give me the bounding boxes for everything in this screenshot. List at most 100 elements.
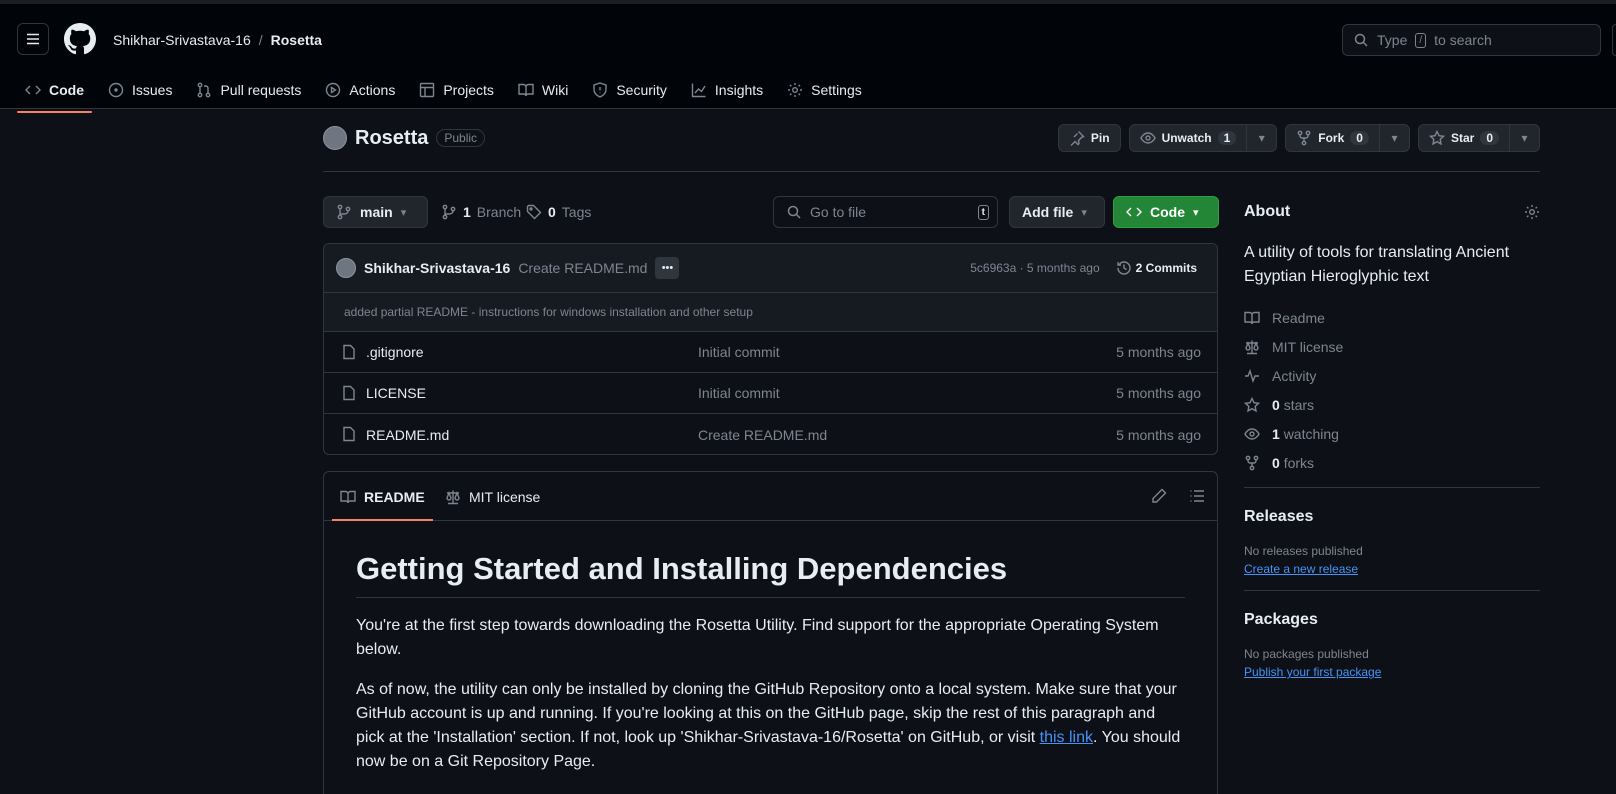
- repo-link[interactable]: Rosetta: [271, 32, 322, 48]
- branches-link[interactable]: 1 Branch: [441, 196, 521, 228]
- tab-label: Code: [49, 82, 84, 98]
- tag-count: 0: [548, 204, 556, 220]
- code-label: Code: [1150, 204, 1185, 220]
- commit-description: added partial README - instructions for …: [324, 293, 1217, 332]
- add-file-button[interactable]: Add file ▾: [1009, 196, 1105, 228]
- search-input[interactable]: Type / to search: [1342, 24, 1601, 56]
- file-row[interactable]: .gitignore Initial commit 5 months ago: [324, 332, 1217, 373]
- releases-title[interactable]: Releases: [1244, 508, 1540, 526]
- code-icon: [25, 85, 41, 95]
- play-icon: [326, 82, 341, 98]
- code-button[interactable]: Code ▾: [1113, 196, 1219, 228]
- star-icon: [1428, 130, 1445, 146]
- watching-link[interactable]: 1 watching: [1244, 419, 1540, 448]
- license-label: MIT license: [1272, 338, 1344, 355]
- eye-icon: [1139, 132, 1156, 144]
- packages-title[interactable]: Packages: [1244, 611, 1540, 629]
- star-button[interactable]: Star 0 ▾: [1417, 124, 1540, 152]
- caret-down-icon: ▾: [400, 206, 407, 219]
- go-to-file-shortcut: t: [977, 205, 989, 220]
- fork-icon: [1245, 455, 1259, 470]
- tab-actions[interactable]: Actions: [317, 74, 403, 106]
- fork-button[interactable]: Fork 0 ▾: [1285, 124, 1410, 152]
- go-to-file-placeholder: Go to file: [810, 204, 867, 220]
- tab-issues[interactable]: Issues: [100, 74, 180, 106]
- commit-hash-time[interactable]: 5c6963a · 5 months ago: [970, 261, 1099, 275]
- search-placeholder-suffix: to search: [1434, 32, 1492, 48]
- expand-commit-button[interactable]: •••: [655, 257, 680, 279]
- tag-label: Tags: [561, 204, 592, 220]
- pin-icon: [1070, 131, 1085, 146]
- create-release-link[interactable]: Create a new release: [1244, 562, 1358, 576]
- graph-icon: [691, 83, 706, 98]
- star-dropdown[interactable]: ▾: [1509, 125, 1539, 151]
- repo-name[interactable]: Rosetta: [355, 127, 428, 150]
- file-commit-message[interactable]: Initial commit: [698, 344, 780, 360]
- tags-link[interactable]: 0 Tags: [526, 196, 591, 228]
- pin-label: Pin: [1090, 131, 1110, 145]
- readme-link[interactable]: Readme: [1244, 303, 1540, 332]
- commits-link[interactable]: 2 Commits: [1116, 260, 1197, 276]
- file-icon: [343, 426, 355, 442]
- code-icon: [1126, 207, 1142, 217]
- branch-select-button[interactable]: main ▾: [323, 196, 428, 228]
- file-name[interactable]: LICENSE: [366, 385, 426, 401]
- file-name[interactable]: .gitignore: [366, 344, 424, 360]
- branch-icon: [337, 204, 351, 220]
- branch-name: main: [360, 204, 393, 220]
- tab-settings[interactable]: Settings: [779, 74, 870, 106]
- owner-avatar[interactable]: [323, 126, 347, 150]
- tab-pull-requests[interactable]: Pull requests: [188, 74, 309, 106]
- repo-title: Rosetta Public: [323, 126, 486, 150]
- pencil-icon[interactable]: [1151, 488, 1167, 504]
- tab-mit-license[interactable]: MIT license: [445, 472, 540, 521]
- readme-tabs: README MIT license: [324, 472, 1217, 521]
- file-commit-message[interactable]: Create README.md: [698, 427, 827, 443]
- commit-message[interactable]: Create README.md: [518, 260, 647, 276]
- license-link[interactable]: MIT license: [1244, 332, 1540, 361]
- readme-link[interactable]: this link: [1040, 729, 1093, 746]
- readme-panel: README MIT license Getting Started and I…: [323, 471, 1218, 794]
- tab-insights[interactable]: Insights: [683, 74, 771, 106]
- file-row[interactable]: LICENSE Initial commit 5 months ago: [324, 373, 1217, 414]
- list-outline-icon[interactable]: [1189, 488, 1205, 504]
- repo-actions: Pin Unwatch 1 ▾ Fork 0 ▾ Star 0 ▾: [1057, 124, 1540, 152]
- file-row[interactable]: README.md Create README.md 5 months ago: [324, 414, 1217, 454]
- stars-link[interactable]: 0 stars: [1244, 390, 1540, 419]
- about-title: About: [1244, 203, 1291, 220]
- readme-paragraph: You're at the first step towards downloa…: [356, 617, 1159, 658]
- activity-link[interactable]: Activity: [1244, 361, 1540, 390]
- stars-count: 0: [1272, 396, 1280, 413]
- about-list: Readme MIT license Activity 0 stars 1 wa…: [1244, 303, 1540, 477]
- file-name[interactable]: README.md: [366, 427, 449, 443]
- tab-projects[interactable]: Projects: [411, 74, 502, 106]
- forks-count: 0: [1272, 454, 1280, 471]
- go-to-file-input[interactable]: Go to file t: [773, 196, 998, 228]
- tab-security[interactable]: Security: [584, 74, 675, 106]
- unwatch-button[interactable]: Unwatch 1 ▾: [1128, 124, 1278, 152]
- command-palette-button[interactable]: [1612, 24, 1616, 56]
- commit-author[interactable]: Shikhar-Srivastava-16: [364, 260, 510, 276]
- file-commit-message[interactable]: Initial commit: [698, 385, 780, 401]
- pin-button[interactable]: Pin: [1057, 124, 1121, 152]
- star-icon: [1244, 396, 1260, 412]
- watching-count: 1: [1272, 425, 1280, 442]
- github-logo-icon[interactable]: [64, 23, 96, 55]
- gear-icon[interactable]: [1524, 204, 1540, 220]
- tab-code[interactable]: Code: [17, 74, 92, 113]
- tab-label: Issues: [132, 82, 173, 98]
- author-avatar[interactable]: [336, 258, 356, 278]
- branch-label: Branch: [476, 204, 522, 220]
- pull-request-icon: [198, 82, 211, 98]
- tab-readme[interactable]: README: [332, 472, 433, 521]
- unwatch-label: Unwatch: [1161, 131, 1212, 145]
- owner-link[interactable]: Shikhar-Srivastava-16: [113, 32, 251, 48]
- table-icon: [420, 82, 435, 98]
- packages-section: Packages No packages published Publish y…: [1244, 590, 1540, 693]
- menu-button[interactable]: [17, 23, 49, 55]
- tab-wiki[interactable]: Wiki: [510, 74, 576, 106]
- fork-dropdown[interactable]: ▾: [1378, 125, 1409, 151]
- forks-link[interactable]: 0 forks: [1244, 448, 1540, 477]
- watch-dropdown[interactable]: ▾: [1246, 125, 1276, 151]
- publish-package-link[interactable]: Publish your first package: [1244, 665, 1381, 679]
